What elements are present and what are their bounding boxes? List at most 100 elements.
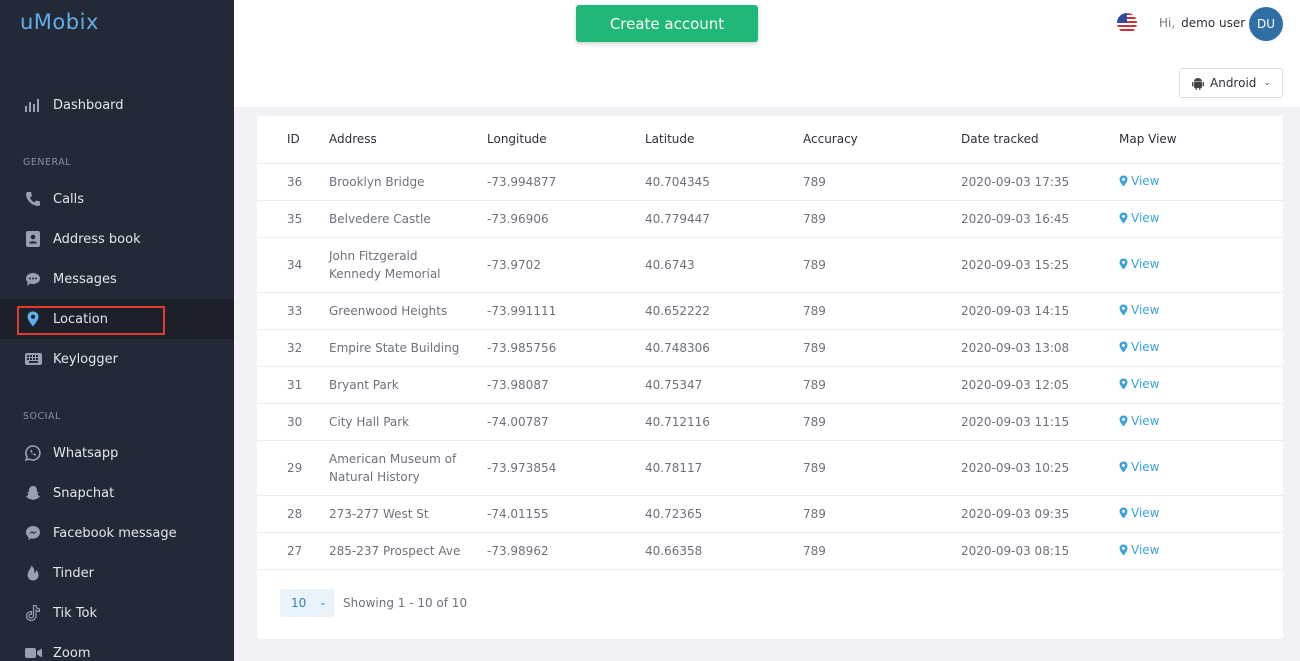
cell-address: Bryant Park <box>329 366 487 404</box>
map-view-link[interactable]: View <box>1119 301 1159 319</box>
column-header-latitude[interactable]: Latitude <box>645 116 803 164</box>
device-select[interactable]: Android ⌄ <box>1179 68 1283 98</box>
greeting-hi: Hi, <box>1159 16 1176 30</box>
map-view-link[interactable]: View <box>1119 458 1159 476</box>
cell-accuracy: 789 <box>803 292 961 330</box>
map-view-label: View <box>1131 210 1160 225</box>
sidebar-item-label: Whatsapp <box>53 445 119 461</box>
map-view-link[interactable]: View <box>1119 541 1159 559</box>
cell-id: 34 <box>257 237 329 293</box>
map-view-link[interactable]: View <box>1119 172 1159 190</box>
cell-longitude: -73.994877 <box>487 163 645 201</box>
sidebar-item-label: Zoom <box>53 645 91 661</box>
top-header: Create account Hi, demo user DU <box>234 0 1300 57</box>
snapchat-ghost-icon <box>24 484 42 502</box>
table-row: 30 City Hall Park -74.00787 40.712116 789 202… <box>257 403 1283 441</box>
map-view-link[interactable]: View <box>1119 504 1159 522</box>
pagination-status: Showing 1 - 10 of 10 <box>343 596 468 610</box>
section-label-general: GENERAL <box>23 157 71 168</box>
user-name[interactable]: demo user <box>1181 16 1245 30</box>
table-row: 31 Bryant Park -73.98087 40.75347 789 2020-09… <box>257 366 1283 404</box>
sidebar-item-address-book[interactable]: Address book <box>0 219 234 259</box>
cell-accuracy: 789 <box>803 440 961 496</box>
location-table-card: ID Address Longitude Latitude Accuracy D… <box>257 116 1283 639</box>
cell-accuracy: 789 <box>803 237 961 293</box>
table-row: 34 John Fitzgerald Kennedy Memorial -73.97… <box>257 237 1283 293</box>
cell-map-view: View <box>1119 532 1283 570</box>
table-row: 33 Greenwood Heights -73.991111 40.652222 78… <box>257 292 1283 330</box>
cell-accuracy: 789 <box>803 200 961 238</box>
map-pin-icon <box>1119 507 1128 518</box>
column-header-map-view: Map View <box>1119 116 1283 164</box>
page-size-select[interactable]: 10 ⌄ <box>280 589 334 617</box>
cell-id: 36 <box>257 163 329 201</box>
cell-id: 33 <box>257 292 329 330</box>
cell-date-tracked: 2020-09-03 08:15 <box>961 532 1119 570</box>
sidebar: uMobix Dashboard GENERAL Calls Address b… <box>0 0 234 661</box>
map-view-link[interactable]: View <box>1119 209 1159 227</box>
map-view-link[interactable]: View <box>1119 255 1159 273</box>
sidebar-item-zoom[interactable]: Zoom <box>0 633 234 661</box>
column-header-longitude[interactable]: Longitude <box>487 116 645 164</box>
sidebar-item-label: Facebook message <box>53 525 177 541</box>
sidebar-item-label: Calls <box>53 191 85 207</box>
cell-accuracy: 789 <box>803 495 961 533</box>
column-header-id[interactable]: ID <box>257 116 329 164</box>
location-highlight-box <box>17 306 165 335</box>
sidebar-item-messages[interactable]: Messages <box>0 259 234 299</box>
sidebar-item-dashboard[interactable]: Dashboard <box>0 85 234 125</box>
us-flag-icon[interactable] <box>1117 13 1137 33</box>
map-view-link[interactable]: View <box>1119 375 1159 393</box>
sidebar-item-whatsapp[interactable]: Whatsapp <box>0 433 234 473</box>
map-view-label: View <box>1131 376 1160 391</box>
contact-book-icon <box>24 230 42 248</box>
user-greeting: Hi, demo user <box>1159 16 1245 30</box>
sidebar-item-label: Dashboard <box>53 97 124 113</box>
map-pin-icon <box>1119 415 1128 426</box>
cell-date-tracked: 2020-09-03 13:08 <box>961 329 1119 367</box>
cell-latitude: 40.748306 <box>645 329 803 367</box>
map-view-label: View <box>1131 459 1160 474</box>
cell-address: 273-277 West St <box>329 495 487 533</box>
map-view-link[interactable]: View <box>1119 412 1159 430</box>
cell-longitude: -73.98087 <box>487 366 645 404</box>
map-view-label: View <box>1131 339 1160 354</box>
cell-date-tracked: 2020-09-03 11:15 <box>961 403 1119 441</box>
map-pin-icon <box>1119 378 1128 389</box>
phone-icon <box>24 190 42 208</box>
cell-address: Greenwood Heights <box>329 292 487 330</box>
chevron-down-icon: ⌄ <box>319 598 327 608</box>
avatar[interactable]: DU <box>1249 7 1283 41</box>
cell-map-view: View <box>1119 440 1283 496</box>
sidebar-item-keylogger[interactable]: Keylogger <box>0 339 234 379</box>
cell-map-view: View <box>1119 163 1283 201</box>
sidebar-item-tinder[interactable]: Tinder <box>0 553 234 593</box>
sidebar-item-facebook-message[interactable]: Facebook message <box>0 513 234 553</box>
cell-map-view: View <box>1119 329 1283 367</box>
cell-id: 35 <box>257 200 329 238</box>
sidebar-item-tik-tok[interactable]: Tik Tok <box>0 593 234 633</box>
cell-latitude: 40.6743 <box>645 237 803 293</box>
cell-date-tracked: 2020-09-03 09:35 <box>961 495 1119 533</box>
map-view-label: View <box>1131 505 1160 520</box>
table-row: 35 Belvedere Castle -73.96906 40.779447 789 2… <box>257 200 1283 238</box>
cell-address: Brooklyn Bridge <box>329 163 487 201</box>
cell-id: 30 <box>257 403 329 441</box>
cell-latitude: 40.779447 <box>645 200 803 238</box>
cell-date-tracked: 2020-09-03 17:35 <box>961 163 1119 201</box>
map-view-label: View <box>1131 302 1160 317</box>
create-account-button[interactable]: Create account <box>576 5 758 42</box>
page-size-value: 10 <box>291 596 307 610</box>
map-view-label: View <box>1131 256 1160 271</box>
cell-address: 285-237 Prospect Ave <box>329 532 487 570</box>
cell-id: 28 <box>257 495 329 533</box>
column-header-accuracy[interactable]: Accuracy <box>803 116 961 164</box>
sidebar-item-snapchat[interactable]: Snapchat <box>0 473 234 513</box>
column-header-date-tracked[interactable]: Date tracked <box>961 116 1119 164</box>
sidebar-item-label: Snapchat <box>53 485 115 501</box>
map-view-link[interactable]: View <box>1119 338 1159 356</box>
cell-address: City Hall Park <box>329 403 487 441</box>
column-header-address[interactable]: Address <box>329 116 487 164</box>
app-logo[interactable]: uMobix <box>20 10 99 34</box>
sidebar-item-calls[interactable]: Calls <box>0 179 234 219</box>
